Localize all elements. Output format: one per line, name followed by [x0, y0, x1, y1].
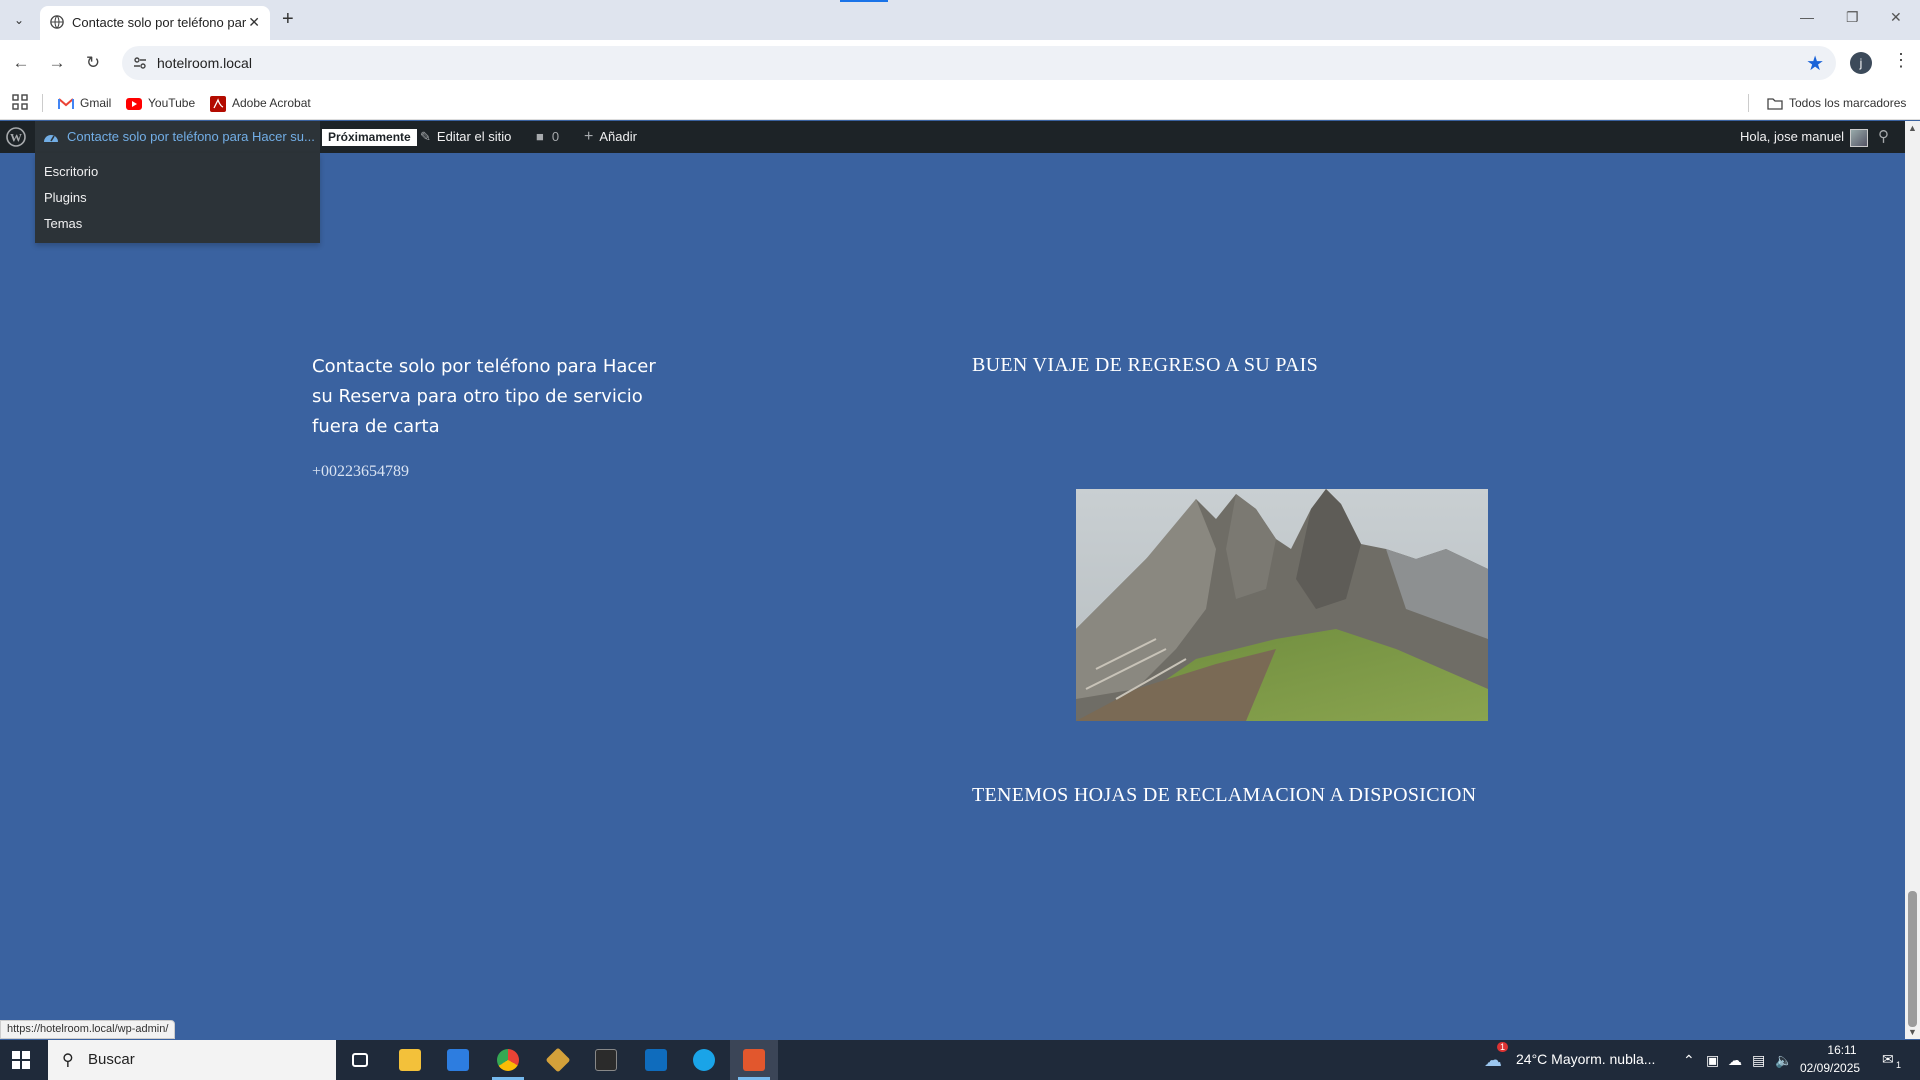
taskbar-file-explorer[interactable]: [386, 1040, 434, 1080]
taskbar-local-app[interactable]: [730, 1040, 778, 1080]
search-icon: ⚲: [62, 1052, 74, 1069]
comment-icon: ■: [536, 129, 544, 144]
acrobat-icon: [210, 95, 226, 112]
globe-icon: [50, 15, 64, 29]
tab-strip: ⌄ Contacte solo por teléfono para Hacer …: [0, 0, 1920, 40]
svg-text:W: W: [10, 131, 22, 145]
restore-button[interactable]: ❐: [1846, 9, 1859, 26]
windows-start-icon[interactable]: [12, 1051, 30, 1069]
taskbar-edge[interactable]: [680, 1040, 728, 1080]
store-icon: [447, 1049, 469, 1071]
onedrive-icon[interactable]: ☁: [1728, 1052, 1742, 1069]
site-name-dropdown: Escritorio Plugins Temas: [35, 153, 320, 243]
gmail-icon: [58, 98, 74, 109]
notification-count: 1: [1896, 1060, 1902, 1070]
task-view-icon: [352, 1053, 368, 1067]
tab-title: Contacte solo por teléfono para Hacer su…: [72, 15, 246, 30]
forward-button[interactable]: →: [46, 52, 68, 74]
bookmark-star-icon[interactable]: ★: [1806, 51, 1824, 76]
bookmarks-bar: Gmail YouTube Adobe Acrobat Todos los ma…: [0, 86, 1920, 120]
reload-button[interactable]: ↻: [82, 52, 104, 74]
meet-now-icon[interactable]: ▣: [1706, 1052, 1719, 1069]
clock-date[interactable]: 02/09/2025: [1800, 1061, 1860, 1075]
cloud-icon: ☁: [1484, 1050, 1502, 1070]
menu-kebab-icon[interactable]: ⋮: [1892, 50, 1910, 71]
task-view-button[interactable]: [336, 1040, 384, 1080]
folder-icon: [1767, 98, 1783, 110]
apps-grid-icon[interactable]: [12, 94, 28, 110]
contact-heading: Contacte solo por teléfono para Hacer su…: [312, 356, 656, 437]
windows-taskbar: ⚲ Buscar ☁ 1 24°C Mayorm. nubla... ⌃ ▣ ☁…: [0, 1040, 1920, 1080]
tab-strip-indicator: [840, 0, 888, 2]
weather-alert-badge: 1: [1497, 1042, 1509, 1052]
url-text[interactable]: hotelroom.local: [157, 55, 252, 71]
chevron-up-icon[interactable]: ⌃: [1683, 1052, 1695, 1069]
wp-admin-bar: W Contacte solo por teléfono para Hacer …: [0, 121, 1920, 153]
back-button[interactable]: ←: [10, 52, 32, 74]
farewell-heading: BUEN VIAJE DE REGRESO A SU PAIS: [972, 354, 1319, 376]
close-window-button[interactable]: ✕: [1890, 9, 1902, 26]
bookmark-separator: [42, 94, 43, 112]
dashboard-icon: [44, 135, 58, 142]
scrollbar-thumb[interactable]: [1908, 891, 1917, 1027]
active-tab[interactable]: Contacte solo por teléfono para Hacer su…: [40, 6, 270, 40]
network-icon[interactable]: ▤: [1752, 1052, 1765, 1069]
new-tab-button[interactable]: +: [282, 8, 294, 31]
tab-search-button[interactable]: ⌄: [8, 9, 30, 31]
folder-icon: [399, 1049, 421, 1071]
link-status-bar: https://hotelroom.local/wp-admin/: [0, 1020, 176, 1039]
add-new-menu[interactable]: + Añadir: [584, 121, 637, 153]
taskbar-chrome[interactable]: [484, 1040, 532, 1080]
brush-icon: ✎: [420, 129, 431, 144]
taskbar-terminal[interactable]: [582, 1040, 630, 1080]
address-bar[interactable]: hotelroom.local ★: [122, 46, 1836, 80]
close-tab-icon[interactable]: ✕: [248, 14, 260, 31]
bookmark-gmail[interactable]: Gmail: [58, 94, 111, 112]
taskbar-store[interactable]: [434, 1040, 482, 1080]
edit-site-link[interactable]: ✎ Editar el sitio: [420, 121, 511, 153]
site-info-icon[interactable]: [132, 55, 148, 71]
all-bookmarks[interactable]: Todos los marcadores: [1767, 94, 1906, 112]
volume-muted-icon[interactable]: 🔈: [1775, 1052, 1792, 1069]
profile-avatar[interactable]: j: [1850, 52, 1872, 74]
terminal-icon: [595, 1049, 617, 1071]
bookmark-adobe-acrobat[interactable]: Adobe Acrobat: [210, 94, 311, 112]
notification-center-icon[interactable]: ✉: [1882, 1051, 1894, 1068]
bookmark-youtube[interactable]: YouTube: [126, 94, 195, 112]
search-icon[interactable]: ⚲: [1878, 121, 1889, 153]
site-name[interactable]: Contacte solo por teléfono para Hacer su…: [67, 121, 315, 153]
avatar: [1850, 128, 1869, 147]
clock-time[interactable]: 16:11: [1812, 1043, 1872, 1057]
browser-toolbar: ← → ↻ hotelroom.local ★ j ⋮: [0, 40, 1920, 86]
my-account-menu[interactable]: Hola, jose manuel: [1740, 121, 1869, 153]
site-name-menu[interactable]: Contacte solo por teléfono para Hacer su…: [35, 121, 320, 153]
complaints-heading: TENEMOS HOJAS DE RECLAMACION A DISPOSICI…: [972, 784, 1477, 806]
coming-soon-badge: Próximamente: [322, 129, 417, 146]
youtube-icon: [126, 97, 142, 110]
wordpress-logo-icon[interactable]: W: [6, 127, 26, 147]
page-scrollbar[interactable]: ▲ ▼: [1905, 121, 1920, 1039]
dropdown-item-plugins[interactable]: Plugins: [44, 190, 87, 205]
taskbar-git[interactable]: [534, 1040, 582, 1080]
taskbar-outlook[interactable]: [632, 1040, 680, 1080]
dropdown-item-escritorio[interactable]: Escritorio: [44, 164, 98, 179]
search-label: Buscar: [88, 1051, 135, 1068]
edge-icon: [693, 1049, 715, 1071]
phone-number: +00223654789: [312, 463, 410, 480]
comments-link[interactable]: ■ 0: [536, 121, 559, 153]
local-app-icon: [743, 1049, 765, 1071]
git-icon: [545, 1047, 571, 1073]
chrome-icon: [497, 1049, 519, 1071]
weather-text: 24°C Mayorm. nubla...: [1516, 1051, 1656, 1067]
plus-icon: +: [584, 128, 594, 145]
scroll-down-arrow-icon[interactable]: ▼: [1908, 1027, 1917, 1037]
dropdown-item-temas[interactable]: Temas: [44, 216, 82, 231]
taskbar-search[interactable]: ⚲ Buscar: [48, 1040, 336, 1080]
scroll-up-arrow-icon[interactable]: ▲: [1908, 123, 1917, 133]
mountain-landscape-image: [1076, 489, 1488, 721]
bookmark-separator: [1748, 94, 1749, 112]
minimize-button[interactable]: —: [1800, 9, 1814, 25]
outlook-icon: [645, 1049, 667, 1071]
